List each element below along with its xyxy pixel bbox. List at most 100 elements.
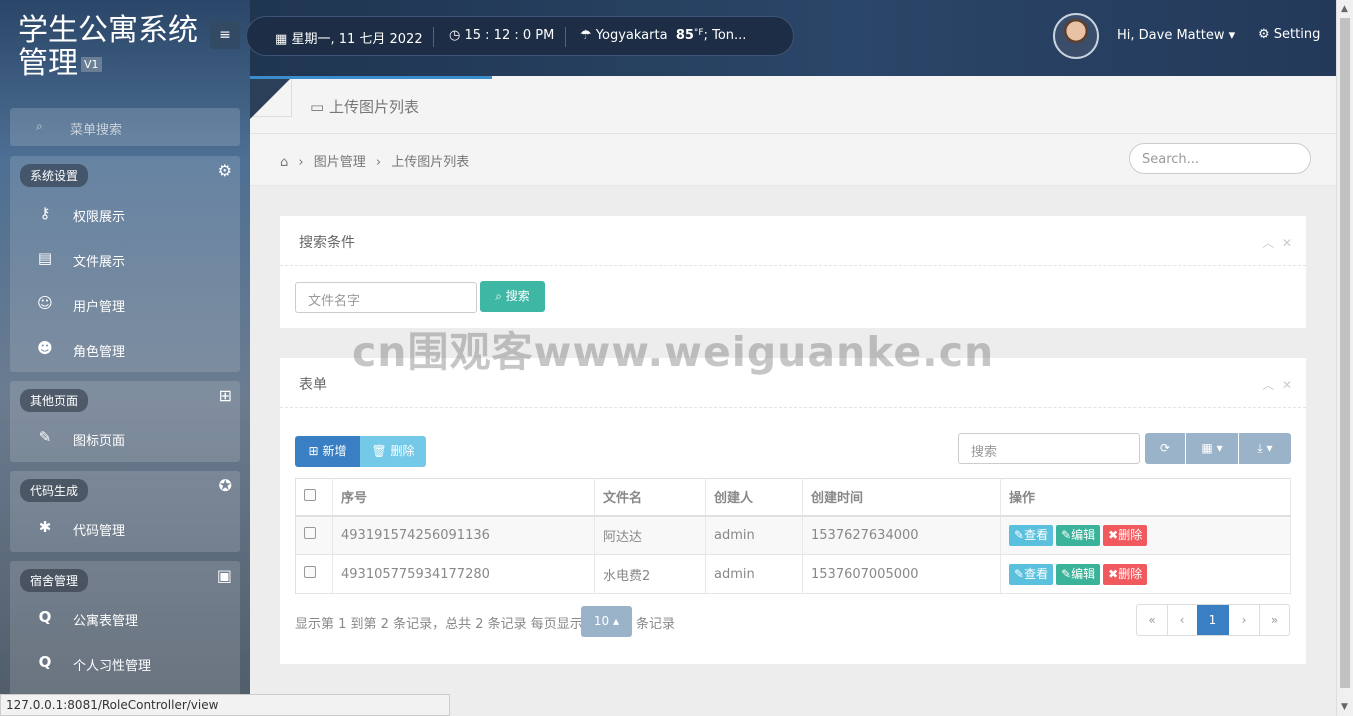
sidebar-item-icons[interactable]: ✎ 图标页面 [10, 416, 240, 460]
caret-down-icon: ▾ [1216, 441, 1223, 455]
setting-link[interactable]: ⚙ Setting [1258, 27, 1320, 42]
scroll-down-arrow-icon[interactable]: ▼ [1341, 702, 1348, 712]
refresh-button[interactable]: ⟳ [1145, 433, 1185, 464]
delete-label: 删除 [1118, 527, 1143, 542]
sidebar-item-code[interactable]: ✱ 代码管理 [10, 506, 240, 550]
delete-selected-button[interactable]: 🗑 删除 [360, 436, 426, 467]
menu-search[interactable]: ⌕ 菜单搜索 [10, 108, 240, 146]
breadcrumb-item[interactable]: 图片管理 [314, 155, 366, 170]
windows-icon: ⊞ [218, 386, 232, 405]
caret-down-icon: ▾ [1228, 28, 1236, 43]
weather-cloud-icon: ☂ [580, 28, 592, 43]
scroll-up-arrow-icon[interactable]: ▲ [1341, 4, 1348, 14]
close-icon[interactable]: ✕ [1282, 236, 1292, 250]
version-badge: V1 [81, 57, 102, 72]
table-row: 493105775934177280 水电费2 admin 1537607005… [295, 554, 1291, 594]
data-table: 序号 文件名 创建人 创建时间 操作 493191574256091136 阿达… [295, 478, 1291, 594]
collapse-icon[interactable]: ︿ [1262, 378, 1274, 392]
delete-button-label: 删除 [390, 444, 415, 458]
file-image-icon: ▤ [37, 249, 53, 267]
menu-group-system: 系统设置 ⚙ ⚷ 权限展示 ▤ 文件展示 ☺ 用户管理 ☻ 角色管理 [10, 156, 240, 372]
chevron-right-icon: › [375, 155, 382, 170]
page-scrollbar[interactable]: ▲ ▼ [1336, 0, 1353, 716]
menu-group-label[interactable]: 系统设置 [20, 164, 89, 187]
browser-status-bar: 127.0.0.1:8081/RoleController/view [0, 694, 450, 716]
view-button[interactable]: ✎查看 [1009, 524, 1054, 546]
collapse-icon[interactable]: ︿ [1262, 236, 1274, 250]
column-header[interactable]: 创建人 [705, 478, 803, 517]
delete-label: 删除 [1118, 566, 1143, 581]
gear-icon: ⚙ [217, 161, 232, 180]
menu-group-label[interactable]: 代码生成 [20, 479, 89, 502]
menu-toggle-button[interactable]: ≡ [210, 21, 240, 49]
cell-id: 493191574256091136 [332, 515, 595, 555]
view-button[interactable]: ✎查看 [1009, 563, 1054, 585]
select-all-cell [295, 478, 333, 517]
tab-upload-images[interactable]: ▭ 上传图片列表 [310, 96, 419, 117]
edit-button[interactable]: ✎编辑 [1056, 563, 1101, 585]
search-placeholder: Search... [1142, 152, 1200, 167]
delete-row-button[interactable]: ✖删除 [1103, 563, 1148, 585]
app-logo[interactable]: 学生公寓系统 管理 V1 [18, 14, 198, 80]
select-all-checkbox[interactable] [304, 488, 316, 501]
gear-icon: ⚙ [1258, 27, 1270, 42]
menu-group-label[interactable]: 宿舍管理 [20, 569, 89, 592]
cell-creator: admin [705, 515, 803, 555]
delete-row-button[interactable]: ✖删除 [1103, 524, 1148, 546]
date-text: 星期一, 11 七月 2022 [291, 32, 423, 47]
column-header[interactable]: 文件名 [594, 478, 706, 517]
edit-icon: ✎ [1061, 566, 1072, 581]
export-button[interactable]: ⤓ ▾ [1239, 433, 1291, 464]
view-label: 查看 [1024, 527, 1049, 542]
row-checkbox[interactable] [304, 527, 316, 540]
first-page-button[interactable]: « [1137, 605, 1168, 635]
edit-button[interactable]: ✎编辑 [1056, 524, 1101, 546]
sidebar-item-files[interactable]: ▤ 文件展示 [10, 237, 240, 281]
sidebar-item-label: 个人习性管理 [73, 659, 152, 674]
search-button[interactable]: ⌕ 搜索 [480, 281, 545, 312]
sidebar-item-permissions[interactable]: ⚷ 权限展示 [10, 192, 240, 236]
watermark: cn围观客www.weiguanke.cn [352, 328, 995, 376]
next-page-button[interactable]: › [1229, 605, 1260, 635]
sidebar-item-roles[interactable]: ☻ 角色管理 [10, 327, 240, 371]
last-page-button[interactable]: » [1259, 605, 1290, 635]
pagination-info: 显示第 1 到第 2 条记录，总共 2 条记录 每页显示 [295, 617, 583, 632]
calendar-icon: ▦ [275, 32, 288, 47]
filename-input[interactable]: 文件名字 [295, 282, 477, 313]
sidebar-item-users[interactable]: ☺ 用户管理 [10, 282, 240, 326]
info-pill: ▦ 星期一, 11 七月 2022 ◷ 15 : 12 : 0 PM ☂ Yog… [246, 16, 794, 56]
sidebar-item-apartment[interactable]: Q 公寓表管理 [10, 596, 240, 640]
column-header[interactable]: 序号 [332, 478, 595, 517]
column-header[interactable]: 创建时间 [802, 478, 1001, 517]
weather-rest: ; Ton... [703, 28, 747, 43]
home-icon[interactable]: ⌂ [280, 155, 288, 170]
caret-up-icon: ▴ [613, 614, 620, 628]
edit-label: 编辑 [1071, 527, 1096, 542]
page-size-dropdown[interactable]: 10 ▴ [581, 606, 632, 637]
weather-temp: 85 [675, 28, 694, 43]
add-button[interactable]: ⊞ 新增 [295, 436, 360, 467]
page-button-current[interactable]: 1 [1197, 605, 1229, 635]
panel-title: 搜索条件 [299, 235, 355, 251]
columns-toggle-button[interactable]: ▦ ▾ [1186, 433, 1238, 464]
sidebar-item-habits[interactable]: Q 个人习性管理 [10, 641, 240, 685]
edit-icon: ✎ [1014, 566, 1025, 581]
search-list-icon: ⌕ [36, 119, 43, 133]
prev-page-button[interactable]: ‹ [1167, 605, 1198, 635]
table-search-input[interactable]: 搜索 [958, 433, 1140, 464]
add-button-label: 新增 [322, 444, 347, 458]
sidebar-item-label: 公寓表管理 [73, 614, 139, 629]
q-icon: Q [38, 608, 52, 626]
user-menu[interactable]: Hi, Dave Mattew ▾ [1117, 28, 1235, 43]
row-checkbox[interactable] [304, 566, 316, 578]
close-icon[interactable]: ✕ [1282, 378, 1292, 392]
breadcrumb: ⌂ › 图片管理 › 上传图片列表 [280, 151, 469, 170]
cell-name: 阿达达 [594, 515, 706, 555]
avatar[interactable] [1053, 13, 1099, 59]
page-search-input[interactable]: Search... [1129, 143, 1311, 174]
search-button-label: 搜索 [505, 289, 530, 303]
menu-group-label[interactable]: 其他页面 [20, 389, 89, 412]
scrollbar-thumb[interactable] [1340, 18, 1350, 688]
cell-id: 493105775934177280 [332, 554, 595, 594]
corner-triangle [250, 79, 290, 119]
